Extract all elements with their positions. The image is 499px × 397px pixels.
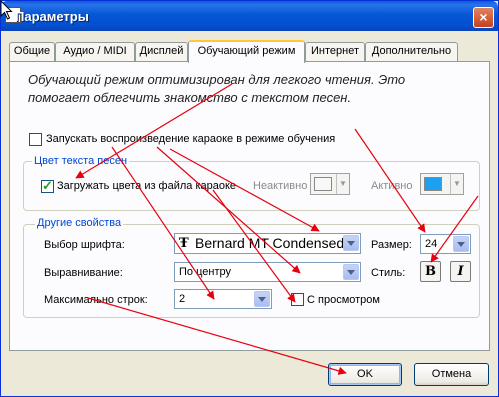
description-text: Обучающий режим оптимизирован для легког… [28, 72, 406, 105]
mouse-pointer-icon [0, 0, 13, 20]
inactive-color-picker[interactable]: ▼ [310, 173, 350, 195]
chevron-down-icon: ▼ [336, 174, 349, 194]
tab-audio-midi[interactable]: Аудио / MIDI [55, 42, 135, 61]
cancel-button[interactable]: Отмена [414, 363, 489, 386]
start-karaoke-label: Запускать воспроизведение караоке в режи… [46, 133, 336, 145]
style-label: Стиль: [371, 267, 406, 279]
chevron-down-icon[interactable] [453, 236, 469, 252]
inactive-color-label: Неактивно [253, 180, 308, 192]
lyrics-color-group-title: Цвет текста песен [32, 155, 130, 167]
truetype-icon: Ŧ [179, 236, 189, 251]
size-select-value: 24 [425, 238, 438, 250]
preview-label: С просмотром [307, 294, 380, 306]
window-title: Параметры [15, 9, 89, 24]
tab-learning-mode[interactable]: Обучающий режим [188, 40, 305, 63]
tab-display[interactable]: Дисплей [135, 42, 188, 61]
chevron-down-icon[interactable] [343, 264, 359, 280]
max-lines-label: Максимально строк: [44, 294, 148, 306]
title-bar[interactable]: Параметры × [1, 1, 498, 31]
ok-button[interactable]: OK [328, 363, 402, 386]
close-button[interactable]: × [473, 7, 494, 28]
close-icon: × [479, 9, 488, 25]
size-select[interactable]: 24 [420, 234, 471, 254]
load-colors-label: Загружать цвета из файла караоке [57, 180, 237, 192]
chevron-down-icon[interactable] [254, 291, 270, 307]
alignment-label: Выравнивание: [44, 267, 123, 279]
start-karaoke-checkbox[interactable] [29, 133, 42, 146]
bold-button[interactable]: B [420, 261, 441, 282]
tab-advanced[interactable]: Дополнительно [365, 42, 458, 61]
inactive-color-swatch [314, 177, 332, 191]
font-label: Выбор шрифта: [44, 239, 125, 251]
size-label: Размер: [371, 239, 412, 251]
load-colors-checkbox[interactable] [41, 178, 54, 194]
active-color-label: Активно [371, 180, 413, 192]
preview-checkbox[interactable] [291, 293, 304, 306]
font-select[interactable]: Ŧ Bernard MT Condensed [174, 233, 361, 254]
active-color-swatch [424, 177, 442, 191]
tab-internet[interactable]: Интернет [305, 42, 365, 61]
chevron-down-icon: ▼ [450, 174, 463, 194]
alignment-select[interactable]: По центру [174, 262, 361, 282]
max-lines-select[interactable]: 2 [174, 289, 272, 309]
max-lines-select-value: 2 [179, 293, 186, 305]
alignment-select-value: По центру [179, 266, 231, 278]
font-select-value: Bernard MT Condensed [195, 235, 345, 251]
italic-button[interactable]: I [450, 261, 471, 282]
active-color-picker[interactable]: ▼ [420, 173, 464, 195]
chevron-down-icon[interactable] [343, 235, 359, 251]
other-props-group-title: Другие свойства [35, 217, 124, 229]
tab-general[interactable]: Общие [9, 42, 55, 61]
